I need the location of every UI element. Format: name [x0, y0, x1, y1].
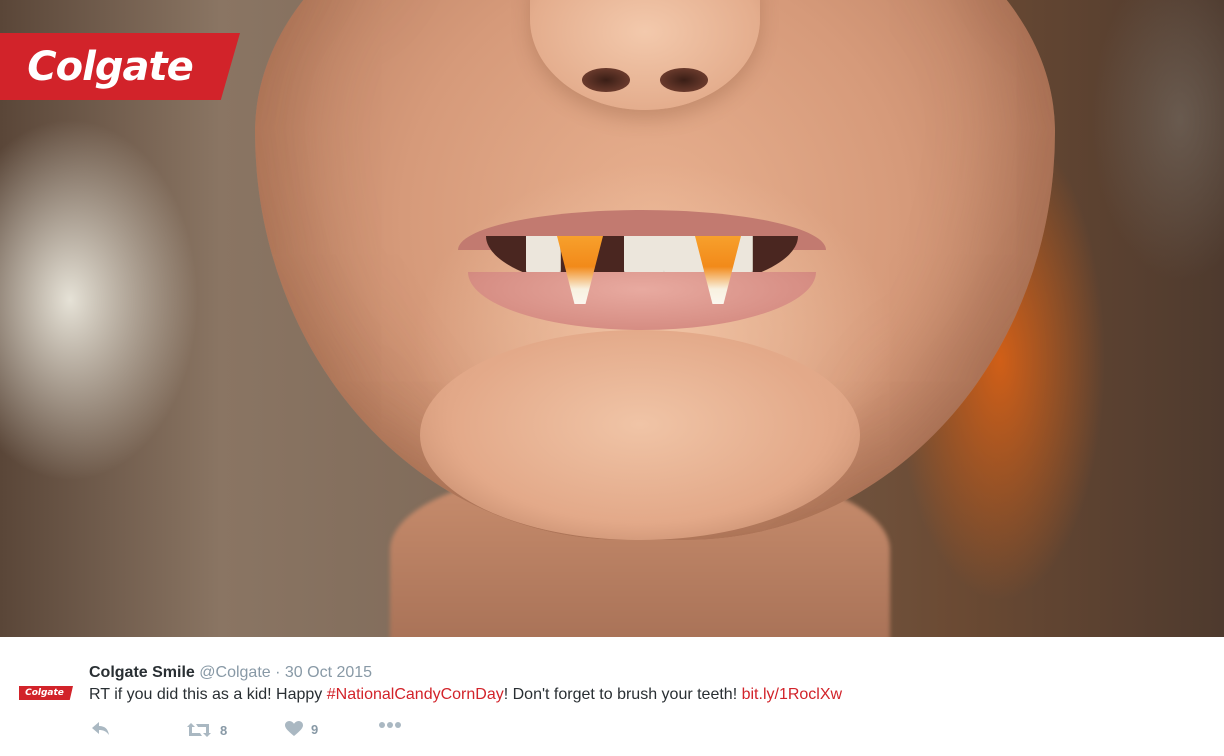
photo-chin: [420, 330, 860, 540]
more-button[interactable]: [378, 721, 402, 729]
retweet-icon: [186, 721, 212, 739]
display-name[interactable]: Colgate Smile: [89, 664, 195, 681]
like-count: 9: [311, 721, 319, 737]
heart-icon: [285, 721, 303, 737]
url-link[interactable]: bit.ly/1RoclXw: [742, 686, 842, 703]
hashtag-link[interactable]: #NationalCandyCornDay: [327, 686, 504, 703]
photo-nostril-left: [582, 68, 630, 92]
colgate-logo: Colgate: [0, 33, 240, 100]
tweet-actions: 8 9: [89, 721, 449, 743]
tweet-header: Colgate Smile @Colgate · 30 Oct 2015: [89, 664, 372, 682]
tweet-text-start: RT if you did this as a kid! Happy: [89, 686, 327, 703]
photo-nostril-right: [660, 68, 708, 92]
reply-icon: [91, 721, 111, 737]
more-icon: [378, 721, 402, 729]
retweet-button[interactable]: 8: [186, 721, 227, 739]
like-button[interactable]: 9: [285, 721, 318, 737]
tweet-text: RT if you did this as a kid! Happy #Nati…: [89, 686, 842, 704]
tweet-date[interactable]: 30 Oct 2015: [285, 664, 372, 681]
avatar[interactable]: Colgate: [19, 686, 73, 700]
tweet: Colgate Colgate Smile @Colgate · 30 Oct …: [0, 637, 1224, 756]
user-handle[interactable]: @Colgate: [199, 664, 270, 681]
header-separator: ·: [275, 664, 281, 681]
tweet-text-end: ! Don't forget to brush your teeth!: [503, 686, 742, 703]
tweet-photo[interactable]: Colgate: [0, 0, 1224, 637]
photo-lower-lip: [468, 272, 816, 330]
avatar-text: Colgate: [25, 688, 64, 698]
photo-mouth: [458, 210, 826, 330]
retweet-count: 8: [220, 722, 228, 738]
logo-text: Colgate: [27, 43, 193, 90]
reply-button[interactable]: [91, 721, 111, 737]
